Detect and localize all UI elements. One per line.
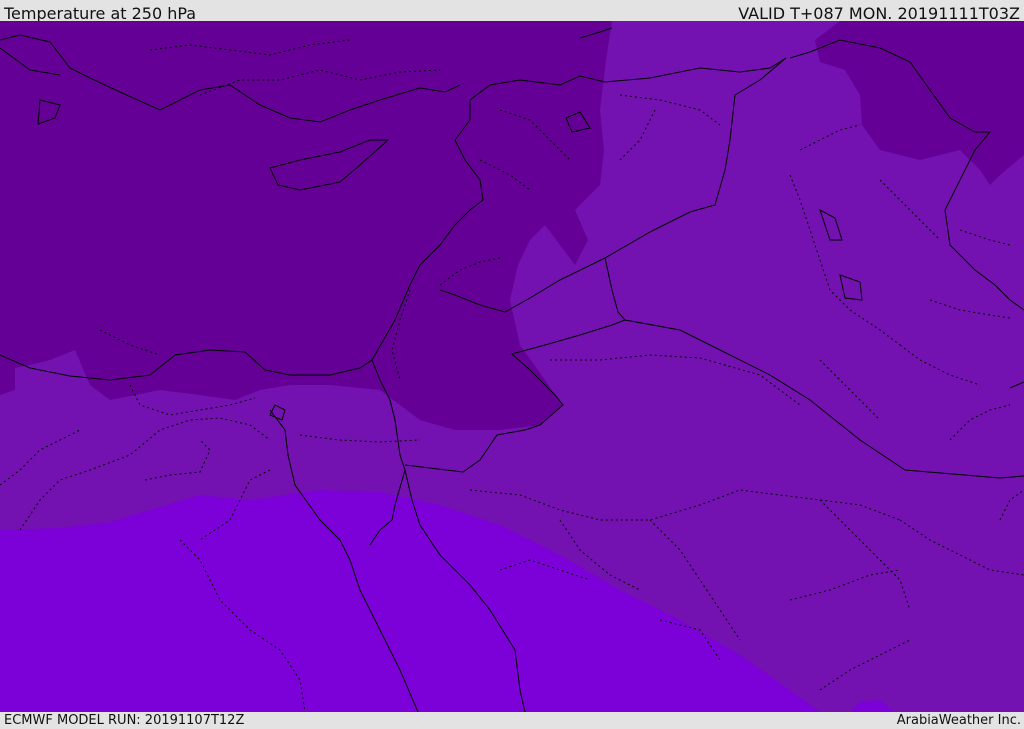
credit-label: ArabiaWeather Inc.	[896, 713, 1021, 728]
temperature-map	[0, 21, 1024, 712]
map-viewer: Temperature at 250 hPa VALID T+087 MON. …	[0, 0, 1024, 729]
temperature-band-coldest	[0, 21, 612, 430]
model-run-label: ECMWF MODEL RUN: 20191107T12Z	[4, 713, 245, 728]
footer-bar: ECMWF MODEL RUN: 20191107T12Z ArabiaWeat…	[0, 712, 1024, 729]
map-canvas	[0, 21, 1024, 712]
header-bar: Temperature at 250 hPa VALID T+087 MON. …	[0, 0, 1024, 23]
